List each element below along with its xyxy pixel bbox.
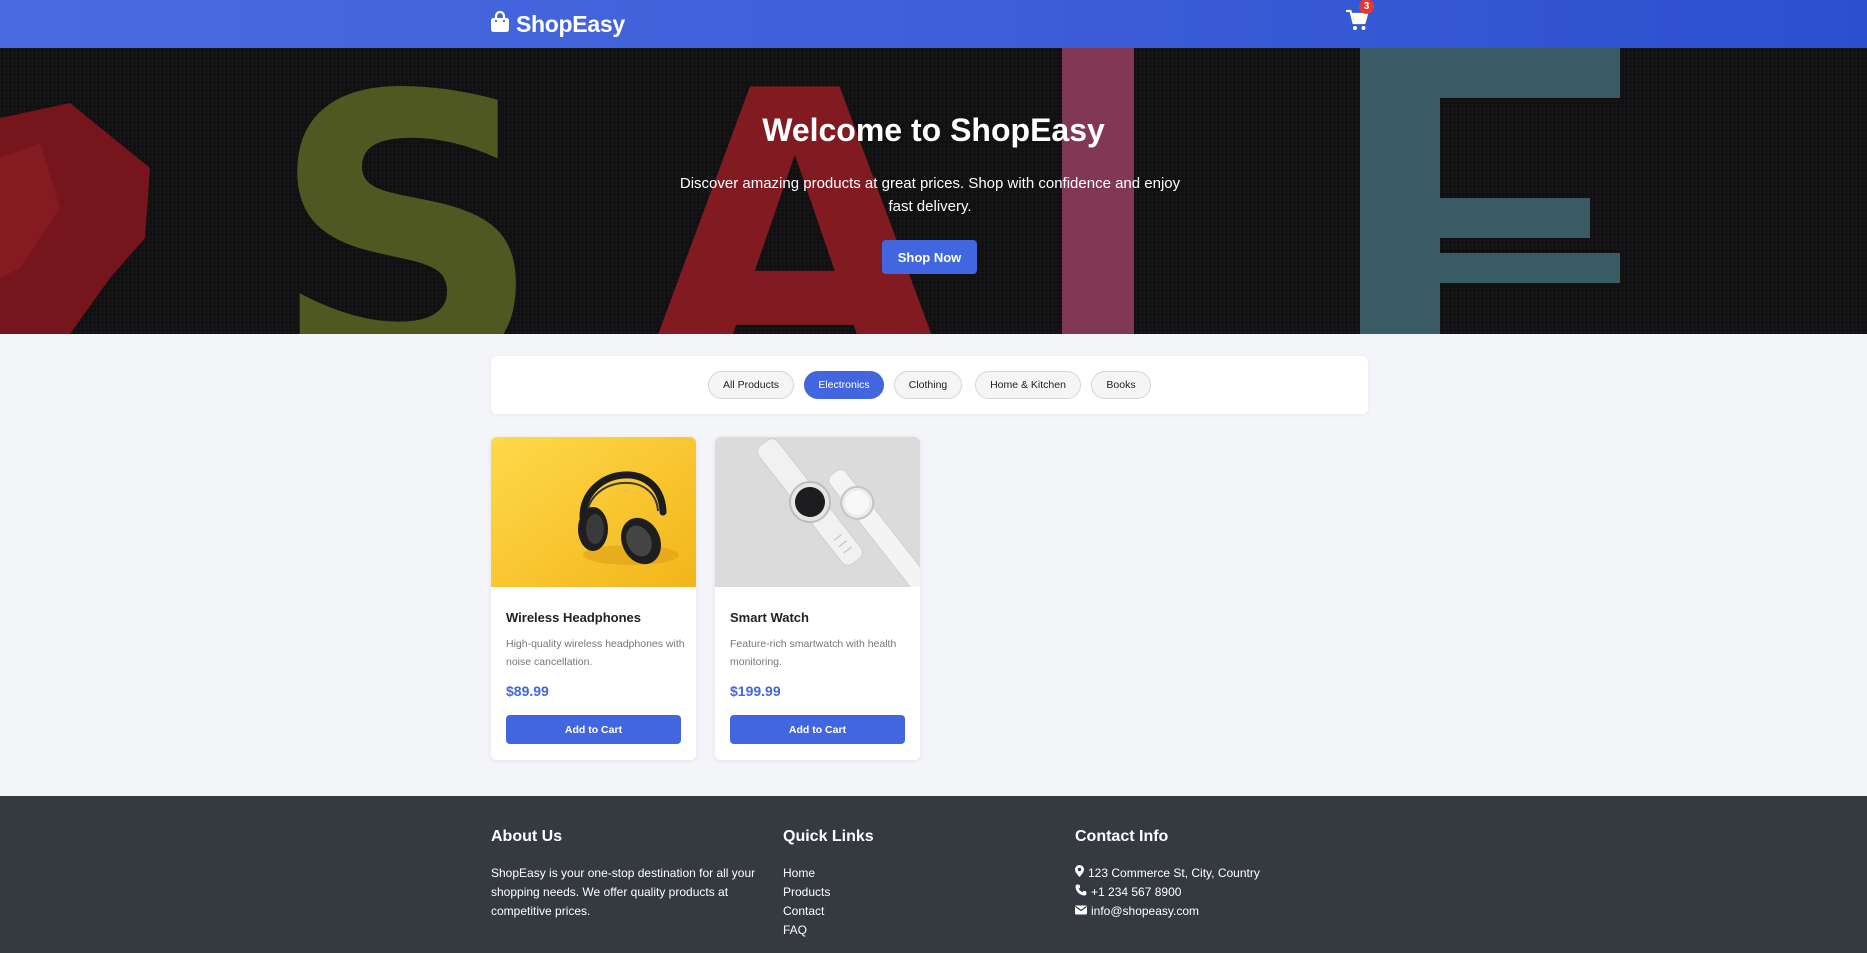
site-footer: About Us ShopEasy is your one-stop desti…: [0, 796, 1867, 953]
hero-title: Welcome to ShopEasy: [762, 112, 1105, 148]
footer-quick-links: Quick Links Home Products Contact FAQ: [783, 828, 874, 940]
footer-links-title: Quick Links: [783, 828, 874, 845]
shopping-bag-icon: [490, 10, 510, 38]
footer-email-text: info@shopeasy.com: [1091, 904, 1200, 918]
add-to-cart-button[interactable]: Add to Cart: [730, 715, 905, 744]
filter-books[interactable]: Books: [1091, 371, 1151, 399]
filter-clothing[interactable]: Clothing: [894, 371, 962, 399]
brand-name: ShopEasy: [516, 10, 625, 37]
brand-link[interactable]: ShopEasy: [490, 8, 625, 40]
product-name: Smart Watch: [730, 610, 809, 625]
hero-subtitle: Discover amazing products at great price…: [679, 175, 1181, 215]
footer-phone-text: +1 234 567 8900: [1091, 885, 1182, 899]
product-description: Feature-rich smartwatch with health moni…: [730, 638, 897, 668]
add-to-cart-button[interactable]: Add to Cart: [506, 715, 681, 744]
filter-electronics[interactable]: Electronics: [804, 371, 884, 399]
phone-icon: [1075, 883, 1087, 902]
hero-banner: S A Welcome to ShopEasy Discover amazing…: [0, 48, 1867, 334]
cart-count-badge: 3: [1359, 0, 1374, 14]
filter-home-kitchen[interactable]: Home & Kitchen: [975, 371, 1081, 399]
filter-all-products[interactable]: All Products: [708, 371, 794, 399]
footer-email: info@shopeasy.com: [1075, 902, 1260, 921]
product-card: Smart Watch Feature-rich smartwatch with…: [715, 437, 920, 760]
footer-address: 123 Commerce St, City, Country: [1075, 864, 1260, 883]
category-filter-bar: All Products Electronics Clothing Home &…: [491, 356, 1368, 414]
product-card: Wireless Headphones High-quality wireles…: [491, 437, 696, 760]
footer-about: About Us ShopEasy is your one-stop desti…: [491, 828, 761, 921]
footer-phone: +1 234 567 8900: [1075, 883, 1260, 902]
envelope-icon: [1075, 902, 1087, 921]
footer-contact-title: Contact Info: [1075, 828, 1169, 845]
footer-links-list: Home Products Contact FAQ: [783, 864, 874, 940]
footer-about-title: About Us: [491, 828, 563, 845]
product-price: $89.99: [506, 683, 549, 699]
footer-link-contact[interactable]: Contact: [783, 904, 824, 918]
map-marker-icon: [1075, 864, 1084, 883]
shop-now-button[interactable]: Shop Now: [882, 240, 977, 274]
footer-link-faq[interactable]: FAQ: [783, 923, 807, 937]
footer-link-products[interactable]: Products: [783, 885, 830, 899]
product-price: $199.99: [730, 683, 781, 699]
footer-about-text: ShopEasy is your one-stop destination fo…: [491, 866, 756, 918]
footer-address-text: 123 Commerce St, City, Country: [1088, 866, 1260, 880]
footer-link-home[interactable]: Home: [783, 866, 815, 880]
product-description: High-quality wireless headphones with no…: [506, 638, 685, 668]
headphones-image[interactable]: [491, 437, 696, 587]
footer-contact: Contact Info 123 Commerce St, City, Coun…: [1075, 828, 1260, 921]
product-name: Wireless Headphones: [506, 610, 641, 625]
smart-watch-image[interactable]: [715, 437, 920, 587]
navbar: ShopEasy 3: [0, 0, 1867, 48]
